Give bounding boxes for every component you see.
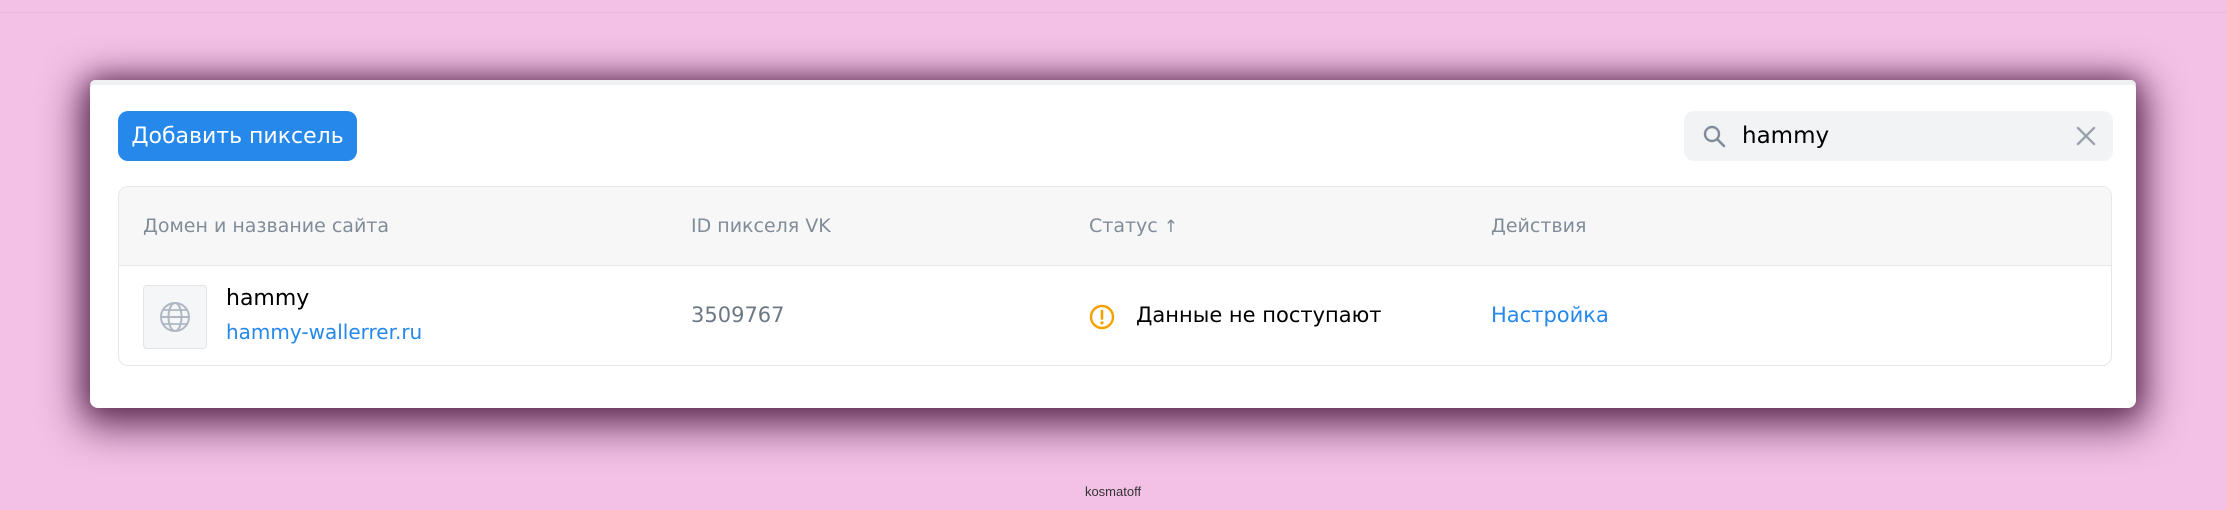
search-input[interactable] [1742,111,2052,161]
site-domain-link[interactable]: hammy-wallerrer.ru [226,320,422,344]
watermark: kosmatoff [1084,484,1142,499]
panel-top-border [90,80,2136,85]
column-header-status[interactable]: Статус ↑ [1089,187,1178,265]
table-header: Домен и название сайта ID пикселя VK Ста… [119,187,2111,266]
sort-ascending-icon: ↑ [1163,217,1178,237]
column-header-actions: Действия [1491,215,1587,237]
column-header-status-label: Статус [1089,215,1158,237]
pixels-panel: Добавить пиксель Домен и название сайта … [90,80,2136,408]
pixels-table: Домен и название сайта ID пикселя VK Ста… [118,186,2112,366]
globe-icon [160,302,190,332]
warning-icon [1089,304,1115,330]
add-pixel-button[interactable]: Добавить пиксель [118,111,357,161]
column-header-pixel-id: ID пикселя VK [691,215,831,237]
close-icon[interactable] [2075,125,2097,147]
column-header-domain: Домен и название сайта [143,215,389,237]
settings-link[interactable]: Настройка [1491,303,1609,327]
search-field[interactable] [1684,111,2113,161]
status-text: Данные не поступают [1136,303,1382,327]
table-row: hammy hammy-wallerrer.ru 3509767 Данные … [119,266,2111,365]
search-icon [1703,125,1726,148]
pixel-id: 3509767 [691,303,785,327]
site-name: hammy [226,286,310,311]
backdrop-stripe [0,12,2226,13]
site-avatar [143,285,207,349]
